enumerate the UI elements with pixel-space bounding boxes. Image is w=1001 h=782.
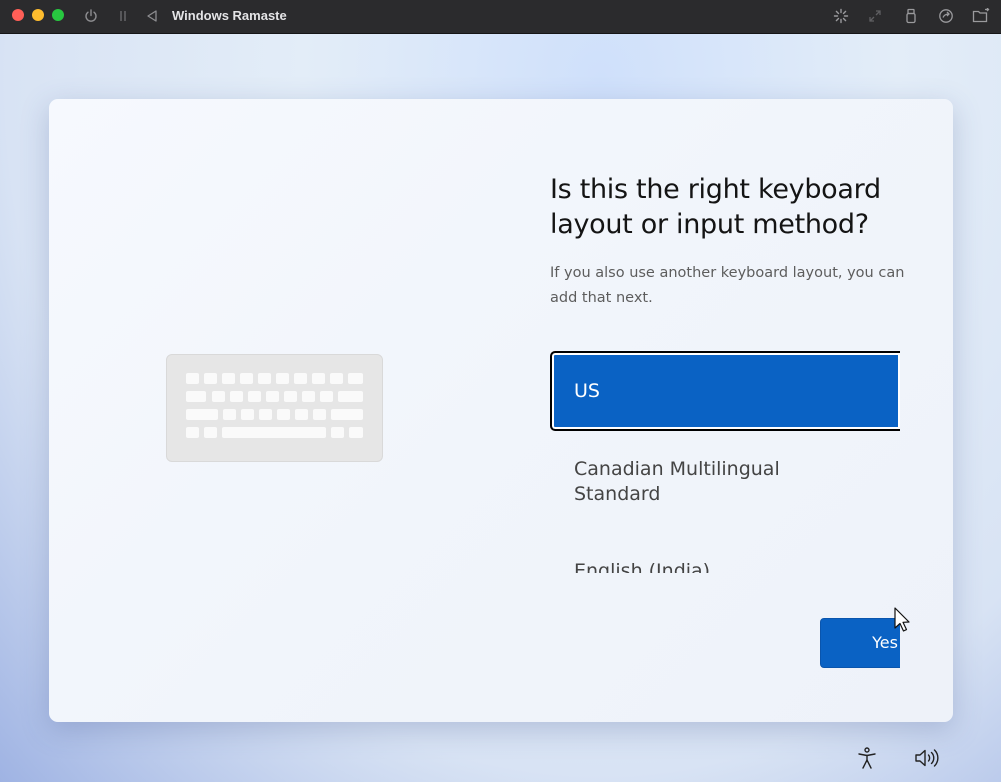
page-title: Is this the right keyboard layout or inp…	[550, 174, 881, 240]
fullscreen-icon[interactable]	[866, 7, 884, 25]
yes-button[interactable]: Yes	[820, 618, 900, 668]
folder-icon[interactable]	[972, 7, 990, 25]
keyboard-icon	[166, 354, 383, 462]
accessibility-icon[interactable]	[853, 744, 881, 772]
page-subtitle: If you also use another keyboard layout,…	[550, 265, 905, 306]
pause-icon[interactable]	[114, 7, 132, 25]
volume-icon[interactable]	[913, 744, 941, 772]
back-icon[interactable]	[143, 7, 161, 25]
close-icon[interactable]	[12, 9, 24, 21]
usb-icon[interactable]	[902, 7, 920, 25]
layout-option-us[interactable]: US	[550, 351, 900, 431]
window-title: Windows Ramaste	[172, 8, 287, 23]
setup-dialog: Is this the right keyboard layout or inp…	[49, 99, 953, 722]
layout-option-canadian-multilingual[interactable]: Canadian Multilingual Standard	[550, 457, 810, 507]
window-titlebar: Windows Ramaste	[0, 0, 1001, 34]
yes-button-viewport: Yes	[820, 618, 900, 668]
mouse-cursor-icon	[894, 607, 910, 633]
share-icon[interactable]	[937, 7, 955, 25]
layout-option-english-india[interactable]: English (India)	[550, 559, 900, 573]
loading-icon	[832, 7, 850, 25]
minimize-icon[interactable]	[32, 9, 44, 21]
power-icon[interactable]	[82, 7, 100, 25]
zoom-icon[interactable]	[52, 9, 64, 21]
keyboard-layout-list[interactable]: US Canadian Multilingual Standard Englis…	[550, 351, 900, 573]
